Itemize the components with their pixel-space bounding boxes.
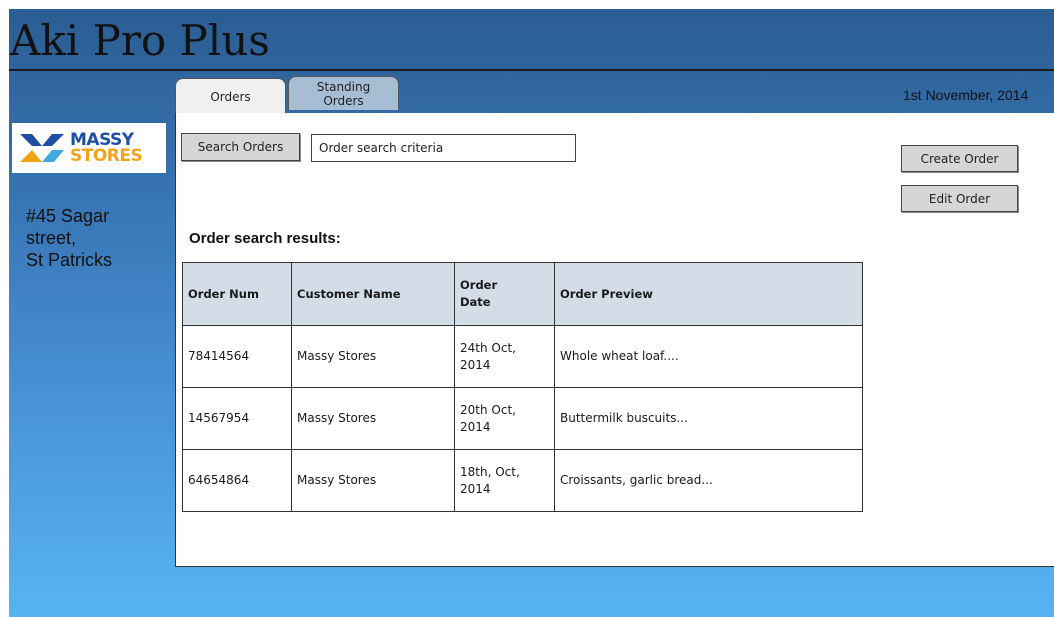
tab-orders[interactable]: Orders [175, 78, 286, 114]
massy-stores-logo: MASSY STORES [12, 123, 166, 173]
table-row[interactable]: 14567954 Massy Stores 20th Oct, 2014 Butt… [182, 387, 863, 450]
column-header-order-date[interactable]: Order Date [454, 262, 555, 326]
cell-order-date: 20th Oct, 2014 [454, 387, 555, 450]
cell-order-preview: Buttermilk buscuits... [554, 387, 863, 450]
address-line: St Patricks [26, 250, 113, 270]
cell-customer-name: Massy Stores [291, 449, 455, 512]
column-header-order-preview[interactable]: Order Preview [554, 262, 863, 326]
app-title: Aki Pro Plus [10, 16, 270, 65]
cell-customer-name: Massy Stores [291, 387, 455, 450]
table-header-row: Order Num Customer Name Order Date Order … [182, 262, 863, 326]
tab-standing-orders-label: Standing [316, 79, 371, 94]
cell-order-preview: Croissants, garlic bread... [554, 449, 863, 512]
order-results-table: Order Num Customer Name Order Date Order … [182, 262, 863, 512]
column-header-customer-name[interactable]: Customer Name [291, 262, 455, 326]
massy-logo-icon [20, 134, 64, 162]
cell-order-date: 18th, Oct, 2014 [454, 449, 555, 512]
create-order-button[interactable]: Create Order [901, 145, 1018, 172]
tab-standing-orders-label: Orders [323, 93, 364, 108]
search-orders-button[interactable]: Search Orders [181, 133, 300, 161]
cell-order-num: 78414564 [182, 325, 292, 388]
table-row[interactable]: 78414564 Massy Stores 24th Oct, 2014 Whol… [182, 325, 863, 388]
store-address: #45 Sagar street, St Patricks [26, 205, 166, 271]
cell-order-date: 24th Oct, 2014 [454, 325, 555, 388]
current-date: 1st November, 2014 [903, 87, 1029, 103]
tab-orders-label: Orders [210, 89, 251, 104]
column-header-order-num[interactable]: Order Num [182, 262, 292, 326]
title-divider [9, 69, 1054, 71]
address-line: street, [26, 228, 77, 248]
edit-order-button[interactable]: Edit Order [901, 185, 1018, 212]
address-line: #45 Sagar [26, 206, 110, 226]
cell-order-preview: Whole wheat loaf.... [554, 325, 863, 388]
cell-customer-name: Massy Stores [291, 325, 455, 388]
table-row[interactable]: 64654864 Massy Stores 18th, Oct, 2014 Cro… [182, 449, 863, 512]
results-heading: Order search results: [189, 230, 341, 247]
cell-order-num: 64654864 [182, 449, 292, 512]
cell-order-num: 14567954 [182, 387, 292, 450]
order-search-input[interactable]: Order search criteria [311, 134, 576, 162]
logo-text-stores: STORES [70, 146, 143, 166]
tab-standing-orders[interactable]: Standing Orders [288, 76, 399, 110]
